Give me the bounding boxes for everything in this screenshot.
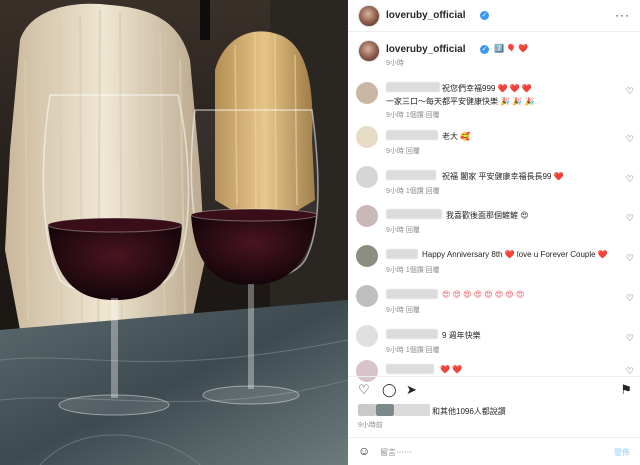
comment-meta[interactable]: 9小時 回覆 [386, 305, 420, 315]
comment-like-icon[interactable]: ♡ [626, 134, 634, 145]
comment-avatar[interactable] [356, 126, 378, 148]
comment-avatar[interactable] [356, 205, 378, 227]
comment-meta[interactable]: 9小時 回覆 [386, 146, 420, 156]
header-username[interactable]: loveruby_official [386, 10, 465, 21]
post-header: loveruby_official ✓ ··· [348, 0, 640, 32]
likes-text[interactable]: 和其他1096人都說讚 [432, 406, 506, 417]
comment-meta[interactable]: 9小時 1個讚 回覆 [386, 110, 440, 120]
comment-meta[interactable]: 9小時 1個讚 回覆 [386, 186, 440, 196]
comment-meta[interactable]: 9小時 回覆 [386, 225, 420, 235]
comment-like-icon[interactable]: ♡ [626, 86, 634, 97]
comment-like-icon[interactable]: ♡ [626, 213, 634, 224]
wine-glasses-image [0, 0, 348, 465]
more-options-icon[interactable]: ··· [615, 8, 630, 22]
caption-time: 9小時 [386, 60, 404, 67]
verified-icon: ✓ [480, 45, 489, 54]
comment-text: 我喜歡後面那個鏟鏟 😍 [446, 211, 529, 220]
comment-text: 祝您們幸福999 ❤️ ❤️ ❤️ [442, 84, 532, 93]
comment-text-line2: 一家三口～每天都平安健康快樂 🎉 🎉 🎉 [386, 97, 535, 106]
comment-username-blurred[interactable] [386, 329, 438, 339]
caption-username[interactable]: loveruby_official [386, 44, 465, 55]
comment-text: 老大 🥰 [442, 132, 471, 141]
comment-like-icon[interactable]: ♡ [626, 174, 634, 185]
caption-avatar[interactable] [358, 40, 380, 62]
emoji-icon[interactable]: ☺ [358, 444, 370, 458]
comment-username-blurred[interactable] [386, 82, 440, 92]
comment-text: Happy Anniversary 8th ❤️ love u Forever … [422, 250, 608, 259]
comment-username-blurred[interactable] [386, 209, 442, 219]
liker-avatar [376, 404, 394, 416]
comment-like-icon[interactable]: ♡ [626, 333, 634, 344]
comment-like-icon[interactable]: ♡ [626, 253, 634, 264]
comment-text: 9 週年快樂 [442, 331, 481, 340]
comment-meta[interactable]: 9小時 1個讚 回覆 [386, 345, 440, 355]
comment-avatar[interactable] [356, 82, 378, 104]
comment-username-blurred[interactable] [386, 130, 438, 140]
comment-like-icon[interactable]: ♡ [626, 293, 634, 304]
comment-input-bar: ☺ 發佈 [348, 437, 640, 465]
comment-text: ❤️ ❤️ [440, 365, 463, 374]
save-icon[interactable]: ⚑ [620, 382, 632, 398]
comment-text: 祝福 闔家 平安健康幸福長長99 ❤️ [442, 172, 564, 181]
post-sidebar: loveruby_official ✓ ··· loveruby_officia… [348, 0, 640, 465]
comment-username-blurred[interactable] [386, 364, 434, 374]
action-bar: ♡ ◯ ➤ ⚑ [348, 376, 640, 400]
liker-name-blurred [394, 404, 430, 416]
comment-username-blurred[interactable] [386, 249, 418, 259]
like-icon[interactable]: ♡ [358, 382, 370, 398]
post-time: 9小時前 [358, 422, 383, 429]
verified-icon: ✓ [480, 11, 489, 20]
share-icon[interactable]: ➤ [406, 382, 417, 398]
avatar[interactable] [358, 5, 380, 27]
post-photo[interactable] [0, 0, 348, 465]
comment-username-blurred[interactable] [386, 289, 438, 299]
comment-icon[interactable]: ◯ [382, 382, 397, 398]
comment-avatar[interactable] [356, 245, 378, 267]
post-button[interactable]: 發佈 [614, 447, 630, 458]
comment-username-blurred[interactable] [386, 170, 436, 180]
comment-avatar[interactable] [356, 166, 378, 188]
liker-avatar [358, 404, 376, 416]
comment-meta[interactable]: 9小時 1個讚 回覆 [386, 265, 440, 275]
comment-text: 😍 😍 😍 😍 😍 😍 😍 😍 [442, 290, 525, 299]
comment-input[interactable] [380, 444, 590, 460]
comment-avatar[interactable] [356, 285, 378, 307]
caption-text: 7️⃣ 🎈 ❤️ [494, 44, 529, 53]
comment-avatar[interactable] [356, 325, 378, 347]
